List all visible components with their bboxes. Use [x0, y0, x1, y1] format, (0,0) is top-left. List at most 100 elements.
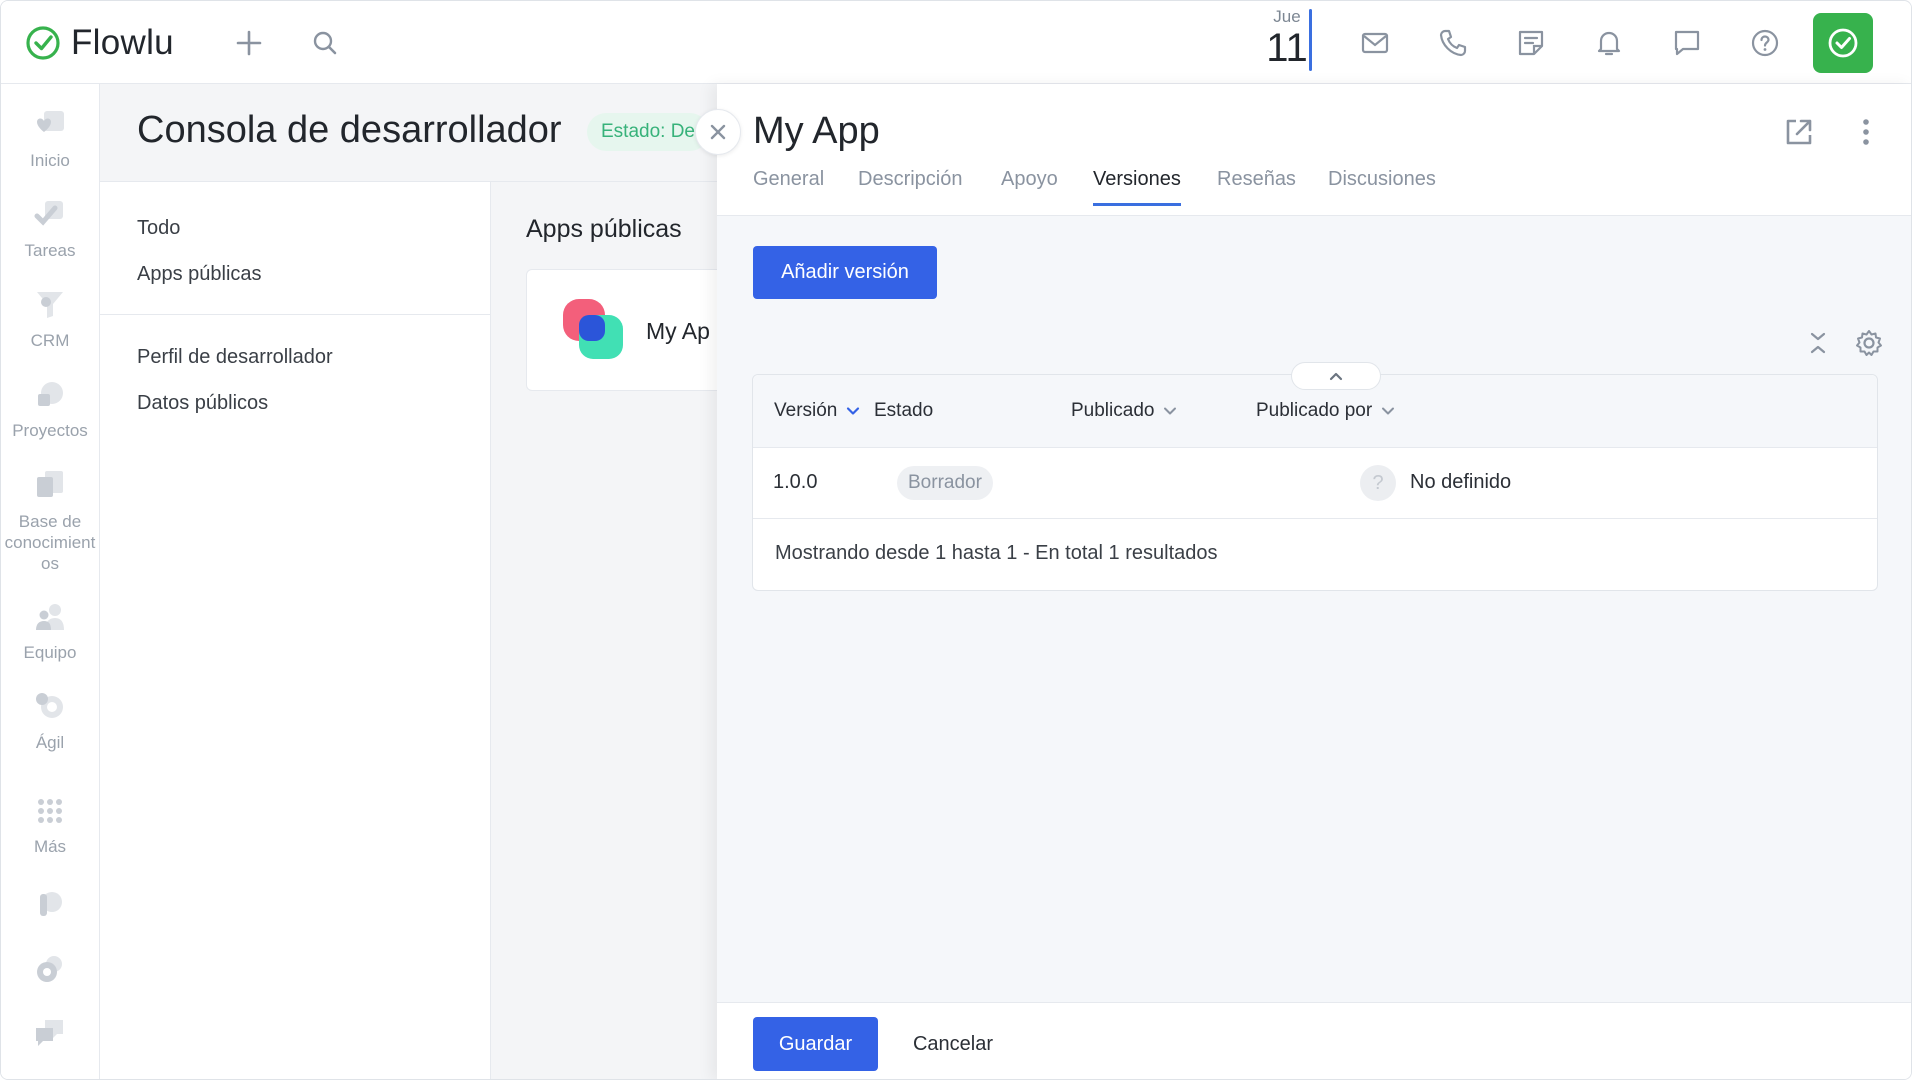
open-external-icon[interactable] — [1779, 112, 1819, 152]
close-icon — [710, 124, 726, 140]
cell-version: 1.0.0 — [773, 471, 818, 493]
panel-footer: Guardar Cancelar — [717, 1002, 1911, 1079]
bell-icon[interactable] — [1589, 23, 1629, 63]
chevron-down-icon — [847, 407, 860, 415]
console-nav-perfil[interactable]: Perfil de desarrollador — [137, 346, 333, 369]
notes-icon[interactable] — [1511, 23, 1551, 63]
sidebar-item-label: Más — [33, 837, 67, 856]
date-day: Jue — [1273, 7, 1301, 26]
agile-icon — [36, 693, 63, 718]
cancel-button[interactable]: Cancelar — [893, 1017, 1013, 1071]
sidebar-item-equipo[interactable]: Equipo — [1, 600, 99, 663]
page-title: Consola de desarrollador — [137, 109, 562, 151]
sidebar-item-label: Tareas — [24, 241, 76, 260]
table-footer: Mostrando desde 1 hasta 1 - En total 1 r… — [775, 542, 1218, 564]
left-nav: Inicio Tareas CRM Proyectos Base de cono… — [1, 84, 100, 1079]
chevron-up-icon — [1329, 372, 1343, 381]
date-widget[interactable]: Jue 11 — [1259, 7, 1315, 71]
sidebar-item-label: CRM — [30, 331, 70, 350]
top-bar: Flowlu Jue 11 — [1, 1, 1911, 84]
sidebar-item-label: Equipo — [23, 643, 77, 662]
projects-icon — [38, 382, 63, 406]
sidebar-item-label: Ágil — [35, 733, 65, 752]
sidebar-item-mas[interactable]: Más — [1, 794, 99, 857]
tab-versiones[interactable]: Versiones — [1093, 168, 1181, 206]
status-badge: Borrador — [897, 466, 993, 500]
quick-action-button[interactable] — [1813, 13, 1873, 73]
tab-resenas[interactable]: Reseñas — [1217, 168, 1296, 203]
column-version[interactable]: Versión — [774, 400, 861, 422]
logo-text: Flowlu — [71, 23, 174, 62]
crm-funnel-icon — [37, 292, 63, 318]
column-label: Versión — [774, 400, 838, 421]
knowledge-base-icon — [37, 471, 63, 497]
date-number: 11 — [1266, 26, 1308, 70]
close-panel-button[interactable] — [695, 109, 741, 155]
logo[interactable]: Flowlu — [25, 23, 174, 63]
console-nav-datos-publicos[interactable]: Datos públicos — [137, 392, 268, 415]
tab-discusiones[interactable]: Discusiones — [1328, 168, 1436, 203]
date-divider — [1309, 9, 1312, 71]
help-icon[interactable] — [1745, 23, 1785, 63]
console-nav-todo[interactable]: Todo — [137, 217, 180, 240]
column-estado[interactable]: Estado — [874, 400, 933, 422]
app-detail-panel: My App General Descripción Apoyo Version… — [717, 84, 1911, 1079]
sidebar-item-proyectos[interactable]: Proyectos — [1, 378, 99, 441]
column-label: Estado — [874, 400, 934, 421]
avatar: ? — [1360, 465, 1396, 501]
sidebar-item-label: Base de conocimient os — [4, 512, 96, 573]
table-settings-gear-icon[interactable] — [1853, 327, 1885, 359]
home-icon — [37, 111, 64, 132]
phone-icon[interactable] — [1433, 23, 1473, 63]
app-card-name: My Ap — [646, 318, 710, 344]
table-row[interactable]: 1.0.0 Borrador ? No definido — [753, 448, 1877, 519]
grid-dots-icon — [38, 799, 62, 823]
sidebar-item-tareas[interactable]: Tareas — [1, 198, 99, 261]
versions-table: Versión Estado Publicado Publicado por 1… — [752, 374, 1878, 591]
settings-gear-icon — [37, 956, 62, 982]
support-chat-icon — [36, 1020, 63, 1046]
flowlu-logo-icon — [26, 26, 60, 60]
collapse-header-toggle[interactable] — [1291, 362, 1381, 390]
collapse-icon[interactable] — [1803, 328, 1833, 358]
sidebar-item-label: Proyectos — [12, 421, 88, 440]
plus-icon[interactable] — [229, 23, 269, 63]
sidebar-item-settings[interactable] — [1, 952, 99, 995]
column-label: Publicado por — [1256, 400, 1373, 421]
more-options-icon[interactable] — [1851, 112, 1881, 152]
cell-published-by: No definido — [1410, 471, 1512, 493]
sidebar-item-crm[interactable]: CRM — [1, 288, 99, 351]
column-label: Publicado — [1071, 400, 1155, 421]
chat-icon[interactable] — [1667, 23, 1707, 63]
add-version-button[interactable]: Añadir versión — [753, 246, 937, 299]
sidebar-item-marketplace[interactable] — [1, 888, 99, 931]
tab-general[interactable]: General — [753, 168, 824, 203]
tasks-icon — [34, 201, 63, 226]
status-badge[interactable]: Estado: De — [587, 113, 709, 151]
check-icon — [1828, 28, 1858, 58]
app-logo-icon — [563, 299, 623, 359]
divider — [100, 314, 490, 315]
sidebar-item-label: Inicio — [30, 151, 70, 170]
app-frame: Flowlu Jue 11 Inicio Tareas CRM Proyecto… — [0, 0, 1912, 1080]
mail-icon[interactable] — [1355, 23, 1395, 63]
sidebar-item-base-conocimiento[interactable]: Base de conocimient os — [1, 468, 99, 574]
console-nav-apps-publicas[interactable]: Apps públicas — [137, 263, 262, 286]
column-publicado-por[interactable]: Publicado por — [1256, 400, 1396, 422]
column-publicado[interactable]: Publicado — [1071, 400, 1178, 422]
save-button[interactable]: Guardar — [753, 1017, 878, 1071]
panel-header: My App General Descripción Apoyo Version… — [717, 84, 1911, 216]
sidebar-item-support[interactable] — [1, 1016, 99, 1059]
search-icon[interactable] — [305, 23, 345, 63]
tab-apoyo[interactable]: Apoyo — [1001, 168, 1058, 203]
marketplace-icon — [40, 892, 62, 916]
section-title: Apps públicas — [526, 215, 682, 243]
sidebar-item-agil[interactable]: Ágil — [1, 690, 99, 753]
chevron-down-icon — [1382, 407, 1395, 415]
sidebar-item-inicio[interactable]: Inicio — [1, 108, 99, 171]
chevron-down-icon — [1164, 407, 1177, 415]
team-icon — [36, 604, 64, 630]
panel-title: My App — [753, 110, 880, 152]
tab-descripcion[interactable]: Descripción — [858, 168, 962, 203]
console-sidebar — [100, 182, 491, 1079]
